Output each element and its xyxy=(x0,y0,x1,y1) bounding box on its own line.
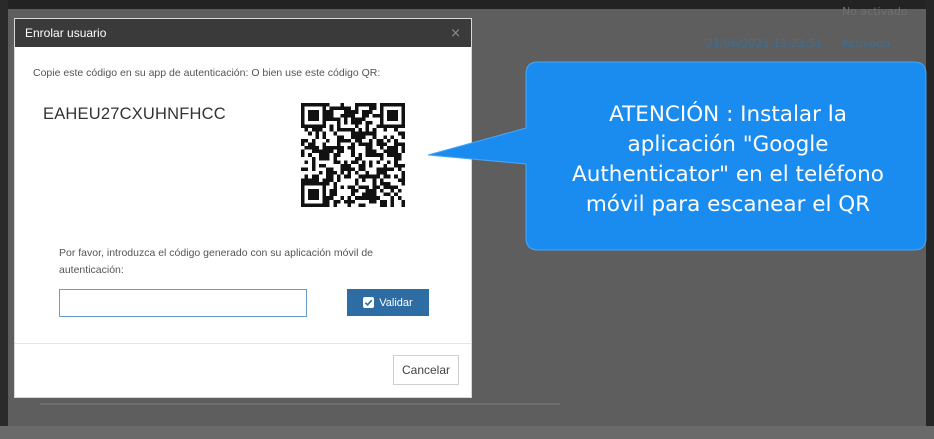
qr-code-icon xyxy=(301,103,405,207)
close-icon[interactable]: × xyxy=(450,26,461,41)
validate-button-label: Validar xyxy=(379,296,413,309)
background-status-active: Activado xyxy=(842,37,890,50)
enter-code-prompt: Por favor, introduzca el código generado… xyxy=(59,247,374,276)
cancel-button[interactable]: Cancelar xyxy=(393,355,459,385)
footer-divider xyxy=(15,343,471,344)
background-status-inactive: No activado xyxy=(842,5,908,18)
modal-title: Enrolar usuario xyxy=(25,26,107,40)
background-timestamp: 21/06/2021 13:23:51 xyxy=(706,37,823,50)
backdrop-top-band xyxy=(0,0,934,9)
secret-code: EAHEU27CXUHNFHCC xyxy=(43,105,226,123)
validate-button[interactable]: Validar xyxy=(347,289,429,316)
backdrop-divider xyxy=(40,403,560,405)
modal-header: Enrolar usuario × xyxy=(15,19,471,47)
verification-code-input[interactable] xyxy=(59,289,307,317)
backdrop-left-edge xyxy=(0,0,8,439)
backdrop-bottom-band xyxy=(0,426,934,439)
check-square-icon xyxy=(363,297,375,308)
enroll-user-modal: Enrolar usuario × Copie este código en s… xyxy=(14,18,472,398)
instruction-text: Copie este código en su app de autentica… xyxy=(33,67,381,79)
backdrop-right-edge xyxy=(926,0,934,439)
